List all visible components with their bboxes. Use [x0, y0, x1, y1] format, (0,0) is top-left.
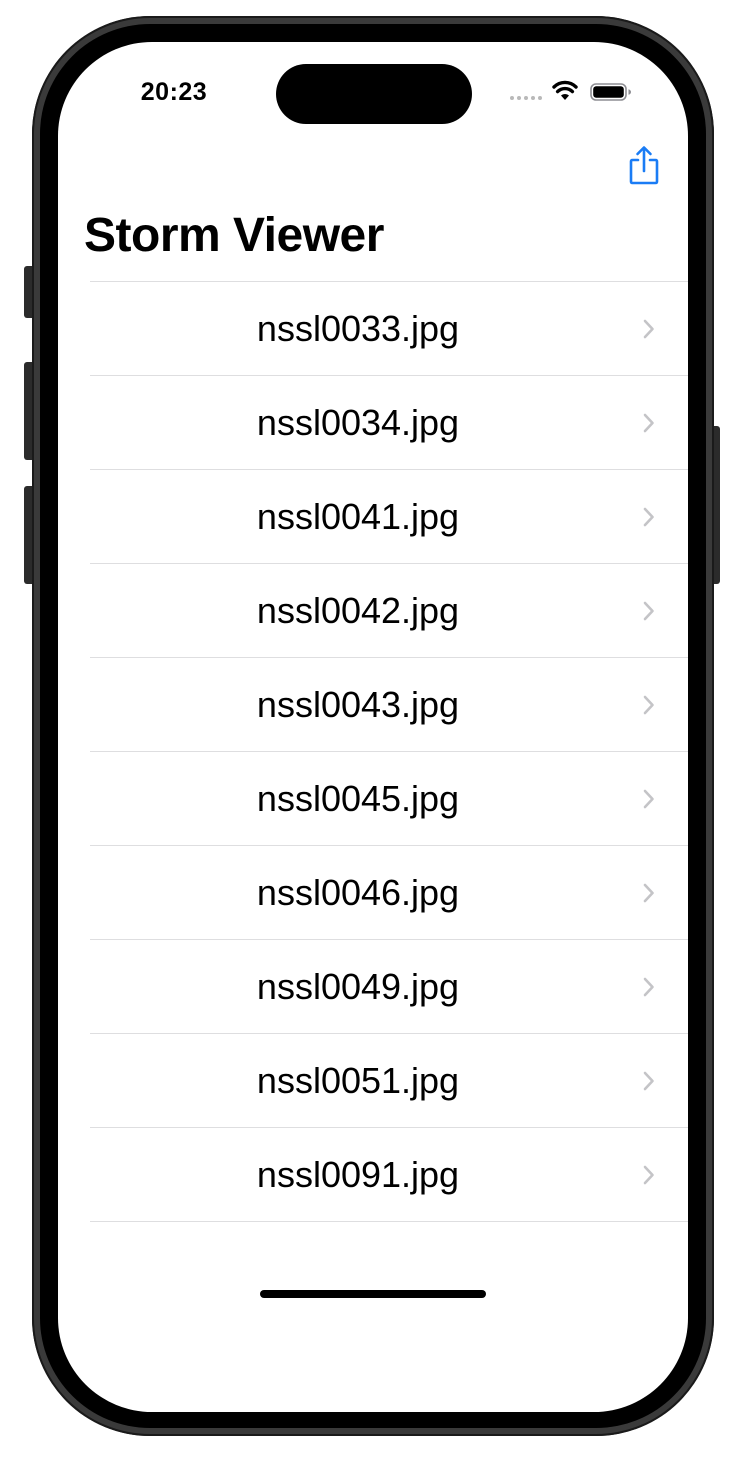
chevron-right-icon — [643, 601, 654, 621]
chevron-right-icon — [643, 413, 654, 433]
dynamic-island — [276, 64, 472, 124]
list-item[interactable]: nssl0033.jpg — [90, 281, 688, 375]
image-list: nssl0033.jpg nssl0034.jpg nssl0041.jpg n… — [90, 281, 688, 1222]
cellular-signal-icon — [510, 96, 542, 100]
list-item-label: nssl0041.jpg — [256, 496, 460, 537]
screen: 20:23 Storm Viewer nssl0033.jpg nssl0034… — [58, 42, 688, 1412]
chevron-right-icon — [643, 319, 654, 339]
list-item[interactable]: nssl0042.jpg — [90, 563, 688, 657]
chevron-right-icon — [643, 695, 654, 715]
home-indicator[interactable] — [260, 1290, 486, 1298]
list-item[interactable]: nssl0091.jpg — [90, 1127, 688, 1222]
chevron-right-icon — [643, 789, 654, 809]
list-item-label: nssl0034.jpg — [256, 402, 460, 443]
list-item-label: nssl0051.jpg — [256, 1060, 460, 1101]
share-button[interactable] — [624, 144, 664, 188]
list-item[interactable]: nssl0049.jpg — [90, 939, 688, 1033]
list-item-label: nssl0042.jpg — [256, 590, 460, 631]
list-item[interactable]: nssl0046.jpg — [90, 845, 688, 939]
device-stage: 20:23 Storm Viewer nssl0033.jpg nssl0034… — [0, 0, 744, 1460]
wifi-icon — [552, 80, 578, 100]
list-item-label: nssl0045.jpg — [256, 778, 460, 819]
list-item-label: nssl0046.jpg — [256, 872, 460, 913]
list-item[interactable]: nssl0041.jpg — [90, 469, 688, 563]
page-title: Storm Viewer — [84, 209, 384, 262]
list-item[interactable]: nssl0043.jpg — [90, 657, 688, 751]
status-time: 20:23 — [140, 78, 208, 106]
list-item-label: nssl0043.jpg — [256, 684, 460, 725]
list-item[interactable]: nssl0045.jpg — [90, 751, 688, 845]
list-item[interactable]: nssl0051.jpg — [90, 1033, 688, 1127]
list-item-label: nssl0033.jpg — [256, 308, 460, 349]
battery-icon — [590, 83, 631, 101]
list-item-label: nssl0091.jpg — [256, 1154, 460, 1195]
chevron-right-icon — [643, 1071, 654, 1091]
list-item-label: nssl0049.jpg — [256, 966, 460, 1007]
chevron-right-icon — [643, 883, 654, 903]
share-icon — [629, 146, 659, 185]
list-item[interactable]: nssl0034.jpg — [90, 375, 688, 469]
chevron-right-icon — [643, 1165, 654, 1185]
chevron-right-icon — [643, 507, 654, 527]
chevron-right-icon — [643, 977, 654, 997]
